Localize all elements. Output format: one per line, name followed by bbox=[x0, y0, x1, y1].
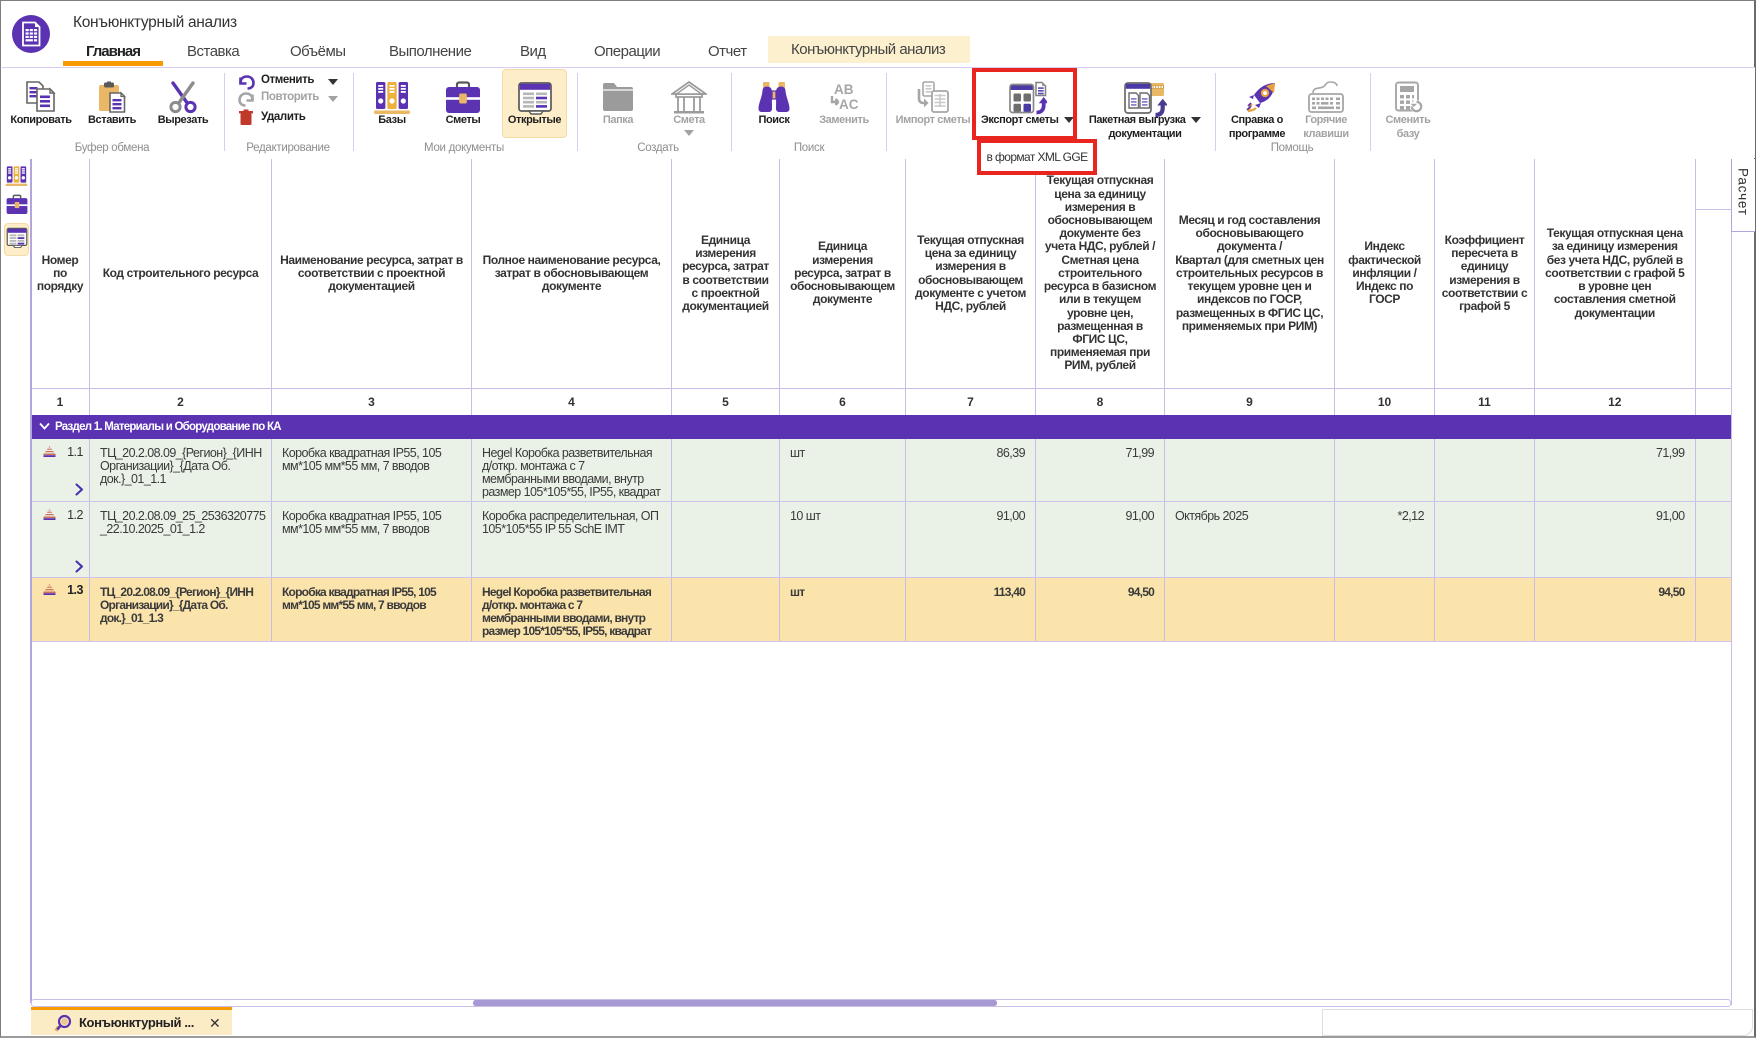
svg-text:AC: AC bbox=[839, 97, 859, 112]
svg-text:AB: AB bbox=[834, 82, 854, 97]
